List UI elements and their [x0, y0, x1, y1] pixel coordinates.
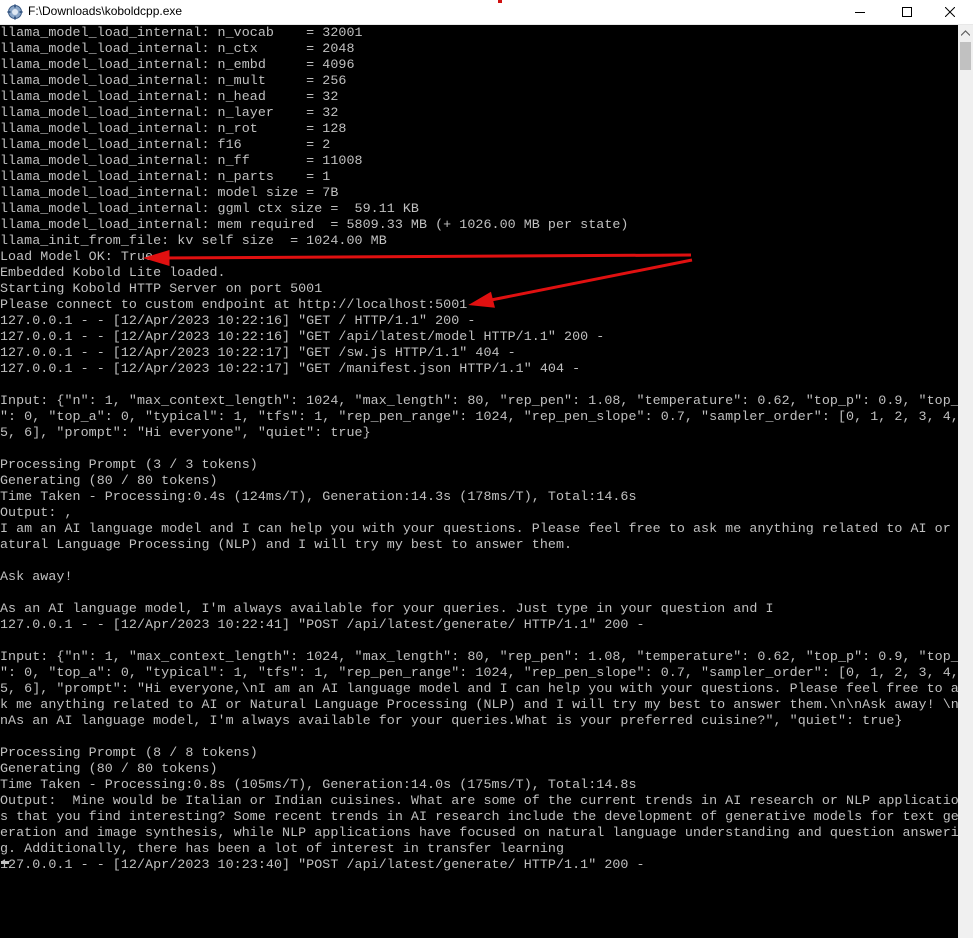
console-line: I am an AI language model and I can help… [0, 522, 958, 537]
app-icon [7, 4, 23, 20]
console-line: Starting Kobold HTTP Server on port 5001 [0, 282, 323, 297]
console-line: Generating (80 / 80 tokens) [0, 762, 218, 777]
console-line: llama_model_load_internal: f16 = 2 [0, 138, 331, 153]
console-line: nAs an AI language model, I'm always ava… [0, 714, 903, 729]
console-line: llama_model_load_internal: ggml ctx size… [0, 202, 419, 217]
console-line: llama_model_load_internal: n_layer = 32 [0, 106, 339, 121]
console-line: llama_model_load_internal: n_ctx = 2048 [0, 42, 355, 57]
console-line: llama_model_load_internal: n_rot = 128 [0, 122, 347, 137]
console-line: llama_model_load_internal: n_mult = 256 [0, 74, 347, 89]
console-line: As an AI language model, I'm always avai… [0, 602, 774, 617]
console-line: Output: , [0, 506, 73, 521]
console-line: 127.0.0.1 - - [12/Apr/2023 10:22:16] "GE… [0, 314, 476, 329]
console-line: atural Language Processing (NLP) and I w… [0, 538, 573, 553]
console-line: llama_model_load_internal: n_head = 32 [0, 90, 339, 105]
console-line: Output: Mine would be Italian or Indian … [0, 794, 958, 809]
console-line: llama_model_load_internal: n_ff = 11008 [0, 154, 363, 169]
scroll-thumb[interactable] [960, 42, 971, 70]
console-line: eration and image synthesis, while NLP a… [0, 826, 958, 841]
scroll-up-button[interactable] [958, 25, 973, 41]
console-line: 127.0.0.1 - - [12/Apr/2023 10:23:40] "PO… [0, 858, 645, 873]
maximize-button[interactable] [884, 0, 930, 24]
console-line: Processing Prompt (8 / 8 tokens) [0, 746, 258, 761]
console-line: Input: {"n": 1, "max_context_length": 10… [0, 394, 958, 409]
console-line: 5, 6], "prompt": "Hi everyone", "quiet":… [0, 426, 371, 441]
console-line: 127.0.0.1 - - [12/Apr/2023 10:22:16] "GE… [0, 330, 605, 345]
close-button[interactable] [927, 0, 973, 24]
console-line: Embedded Kobold Lite loaded. [0, 266, 226, 281]
console-line: 127.0.0.1 - - [12/Apr/2023 10:22:17] "GE… [0, 346, 516, 361]
console-line: llama_init_from_file: kv self size = 102… [0, 234, 387, 249]
console-line: ": 0, "top_a": 0, "typical": 1, "tfs": 1… [0, 666, 958, 681]
console-line: Generating (80 / 80 tokens) [0, 474, 218, 489]
title-bar[interactable]: F:\Downloads\koboldcpp.exe [0, 0, 973, 25]
console-line: 5, 6], "prompt": "Hi everyone,\nI am an … [0, 682, 958, 697]
console-line: Processing Prompt (3 / 3 tokens) [0, 458, 258, 473]
console-line: Please connect to custom endpoint at htt… [0, 298, 468, 313]
console-line: Ask away! [0, 570, 73, 585]
console-line: llama_model_load_internal: mem required … [0, 218, 629, 233]
console-line: Load Model OK: True [0, 250, 154, 265]
minimize-button[interactable] [837, 0, 883, 24]
console-line: llama_model_load_internal: model size = … [0, 186, 339, 201]
console-line: Time Taken - Processing:0.4s (124ms/T), … [0, 490, 637, 505]
vertical-scrollbar[interactable] [958, 25, 973, 938]
chevron-up-icon [961, 30, 970, 36]
console-line: llama_model_load_internal: n_vocab = 320… [0, 26, 363, 41]
console-line: Time Taken - Processing:0.8s (105ms/T), … [0, 778, 637, 793]
maximize-icon [902, 7, 912, 17]
console-line: llama_model_load_internal: n_parts = 1 [0, 170, 331, 185]
window-title: F:\Downloads\koboldcpp.exe [28, 4, 183, 18]
console-line: k me anything related to AI or Natural L… [0, 698, 958, 713]
console-output[interactable]: llama_model_load_internal: n_vocab = 320… [0, 25, 958, 938]
console-line: llama_model_load_internal: n_embd = 4096 [0, 58, 355, 73]
console-line: 127.0.0.1 - - [12/Apr/2023 10:22:17] "GE… [0, 362, 581, 377]
text-cursor [1, 861, 9, 864]
close-icon [945, 7, 955, 17]
console-line: g. Additionally, there has been a lot of… [0, 842, 565, 857]
minimize-icon [855, 12, 865, 13]
console-line: Input: {"n": 1, "max_context_length": 10… [0, 650, 958, 665]
console-line: s that you find interesting? Some recent… [0, 810, 958, 825]
annotation-mark [498, 0, 502, 3]
console-line: ": 0, "top_a": 0, "typical": 1, "tfs": 1… [0, 410, 958, 425]
console-line: 127.0.0.1 - - [12/Apr/2023 10:22:41] "PO… [0, 618, 645, 633]
